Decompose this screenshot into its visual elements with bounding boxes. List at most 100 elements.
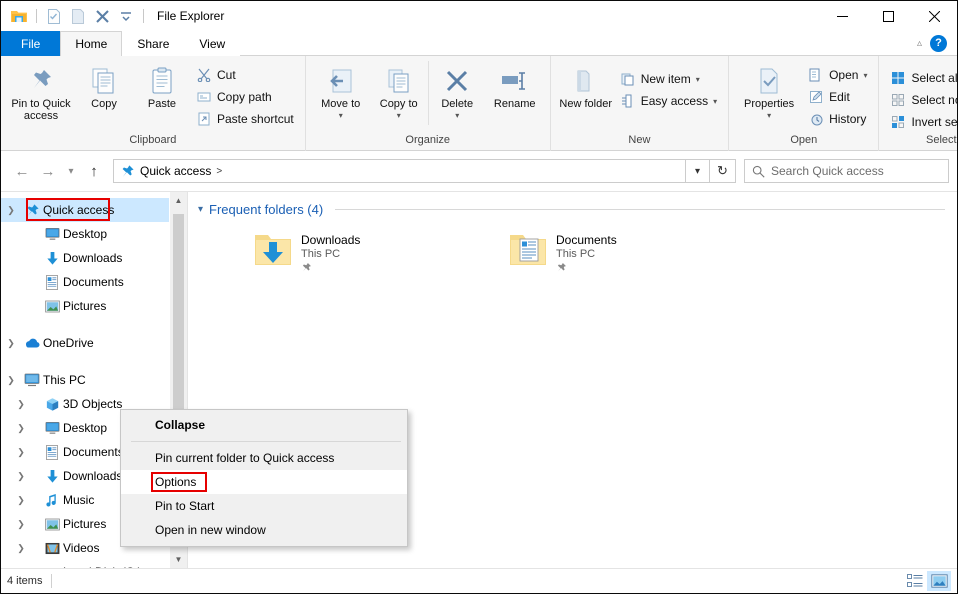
address-dropdown-button[interactable]: ▾	[686, 159, 710, 183]
close-button[interactable]	[911, 1, 957, 31]
chevron-right-icon[interactable]: ❯	[1, 495, 41, 506]
chevron-right-icon[interactable]: ❯	[1, 543, 41, 554]
tree-item-desktop[interactable]: Desktop	[1, 222, 187, 246]
ribbon-group-label-open: Open	[790, 134, 818, 146]
new-small-buttons: New item ▾ Easy access ▾	[615, 61, 722, 112]
tree-item-documents[interactable]: Documents	[1, 270, 187, 294]
tab-home[interactable]: Home	[60, 31, 123, 56]
cut-button[interactable]: Cut	[191, 64, 299, 86]
refresh-button[interactable]: ↻	[710, 159, 736, 183]
tile-text: Downloads This PC	[301, 231, 360, 276]
pin-to-quick-access-button[interactable]: Pin to Quick access	[7, 61, 75, 125]
local-disk-icon	[41, 566, 63, 569]
tile-documents[interactable]: Documents This PC	[502, 227, 712, 279]
frequent-folders-header[interactable]: ▾ Frequent folders (4)	[188, 192, 957, 221]
explorer-icon[interactable]	[8, 5, 30, 27]
properties-button[interactable]: Properties ▾	[735, 61, 803, 125]
search-box[interactable]: Search Quick access	[744, 159, 949, 183]
delete-button[interactable]: Delete ▾	[427, 61, 486, 125]
back-button[interactable]: ←	[9, 158, 35, 184]
forward-button[interactable]: →	[35, 158, 61, 184]
tree-item-downloads[interactable]: Downloads	[1, 246, 187, 270]
new-item-label: New item	[640, 72, 691, 86]
new-folder-icon[interactable]	[67, 5, 89, 27]
paste-shortcut-icon	[196, 111, 212, 127]
chevron-right-icon[interactable]: ❯	[1, 399, 41, 410]
documents-icon	[41, 444, 63, 460]
chevron-down-icon[interactable]: ❯	[1, 375, 21, 386]
chevron-right-icon[interactable]: ❯	[1, 447, 41, 458]
toolbar-separator-2	[143, 9, 144, 23]
explorer-body: ❯ Quick access Desktop Downloads Documen…	[1, 191, 957, 568]
minimize-button[interactable]	[819, 1, 865, 31]
maximize-button[interactable]	[865, 1, 911, 31]
easy-access-button[interactable]: Easy access ▾	[615, 90, 722, 112]
delete-icon[interactable]	[91, 5, 113, 27]
copy-path-button[interactable]: Copy path	[191, 86, 299, 108]
paste-shortcut-button[interactable]: Paste shortcut	[191, 108, 299, 130]
ribbon: Pin to Quick access Copy Paste Cut Copy …	[1, 56, 958, 151]
chevron-down-icon[interactable]: ▾	[198, 204, 203, 215]
invert-selection-button[interactable]: Invert selection	[885, 111, 958, 133]
address-bar[interactable]: Quick access >	[113, 159, 686, 183]
select-all-button[interactable]: Select all	[885, 67, 958, 89]
chevron-down-icon: ▾	[338, 111, 343, 120]
context-menu-item-label: Pin to Start	[155, 499, 215, 513]
move-to-button[interactable]: Move to ▾	[312, 61, 370, 125]
new-folder-button[interactable]: New folder	[557, 61, 615, 113]
downloads-icon	[41, 469, 63, 484]
copy-to-button[interactable]: Copy to ▾	[370, 61, 428, 125]
context-menu-item-collapse[interactable]: Collapse	[121, 413, 407, 437]
context-menu-item-open-in-new-window[interactable]: Open in new window	[121, 518, 407, 542]
tab-view[interactable]: View	[184, 31, 240, 56]
chevron-right-icon[interactable]: ❯	[1, 471, 41, 482]
options-highlight-box	[151, 472, 207, 492]
details-view-button[interactable]	[903, 571, 927, 591]
tab-share[interactable]: Share	[122, 31, 184, 56]
edit-button[interactable]: Edit	[803, 86, 872, 108]
chevron-down-icon[interactable]: ❯	[1, 205, 21, 216]
customize-icon[interactable]	[115, 5, 137, 27]
history-button[interactable]: History	[803, 108, 872, 130]
3d-objects-icon	[41, 397, 63, 412]
properties-label: Properties	[744, 98, 795, 110]
scroll-down-button[interactable]: ▼	[170, 551, 187, 568]
context-menu-item-pin-current-folder[interactable]: Pin current folder to Quick access	[121, 446, 407, 470]
chevron-right-icon[interactable]: ❯	[1, 519, 41, 530]
breadcrumb-item-quick-access[interactable]: Quick access	[140, 164, 211, 178]
help-icon[interactable]: ?	[930, 34, 947, 52]
large-icons-view-button[interactable]	[927, 571, 951, 591]
tab-file[interactable]: File	[1, 31, 61, 56]
context-menu-item-pin-to-start[interactable]: Pin to Start	[121, 494, 407, 518]
window-title: File Explorer	[157, 9, 225, 23]
folder-documents-icon	[508, 231, 548, 269]
recent-locations-button[interactable]: ▾	[61, 158, 81, 184]
tree-item-local-disk[interactable]: ❯ Local Disk (C:)	[1, 560, 187, 568]
paste-button[interactable]: Paste	[133, 61, 191, 113]
properties-icon[interactable]	[43, 5, 65, 27]
tree-item-onedrive[interactable]: ❯ OneDrive	[1, 331, 187, 355]
tree-item-quick-access[interactable]: ❯ Quick access	[1, 198, 169, 222]
copy-button[interactable]: Copy	[75, 61, 133, 113]
tree-item-pictures[interactable]: Pictures	[1, 294, 187, 318]
tree-item-label: Pictures	[63, 299, 107, 313]
chevron-right-icon[interactable]: ❯	[1, 338, 21, 349]
select-none-button[interactable]: Select none	[885, 89, 958, 111]
chevron-down-icon: ▾	[713, 96, 718, 106]
file-explorer-window: File Explorer File Home Share View ▵ ? P…	[0, 0, 958, 594]
new-item-button[interactable]: New item ▾	[615, 68, 722, 90]
context-menu-item-options[interactable]: Options	[121, 470, 407, 494]
chevron-right-icon[interactable]: ❯	[1, 423, 41, 434]
tree-item-this-pc[interactable]: ❯ This PC	[1, 368, 187, 392]
chevron-right-icon[interactable]: ❯	[1, 567, 41, 569]
collapse-ribbon-icon[interactable]: ▵	[917, 38, 922, 49]
this-pc-icon	[21, 373, 43, 387]
scroll-up-button[interactable]: ▲	[170, 192, 187, 209]
open-label: Open	[829, 68, 859, 82]
tile-downloads[interactable]: Downloads This PC	[247, 227, 457, 279]
context-menu-item-label: Collapse	[155, 418, 206, 432]
rename-button[interactable]: Rename	[486, 61, 544, 113]
search-input[interactable]: Search Quick access	[771, 164, 884, 178]
up-button[interactable]: ↑	[81, 158, 107, 184]
open-button[interactable]: Open ▾	[803, 64, 872, 86]
